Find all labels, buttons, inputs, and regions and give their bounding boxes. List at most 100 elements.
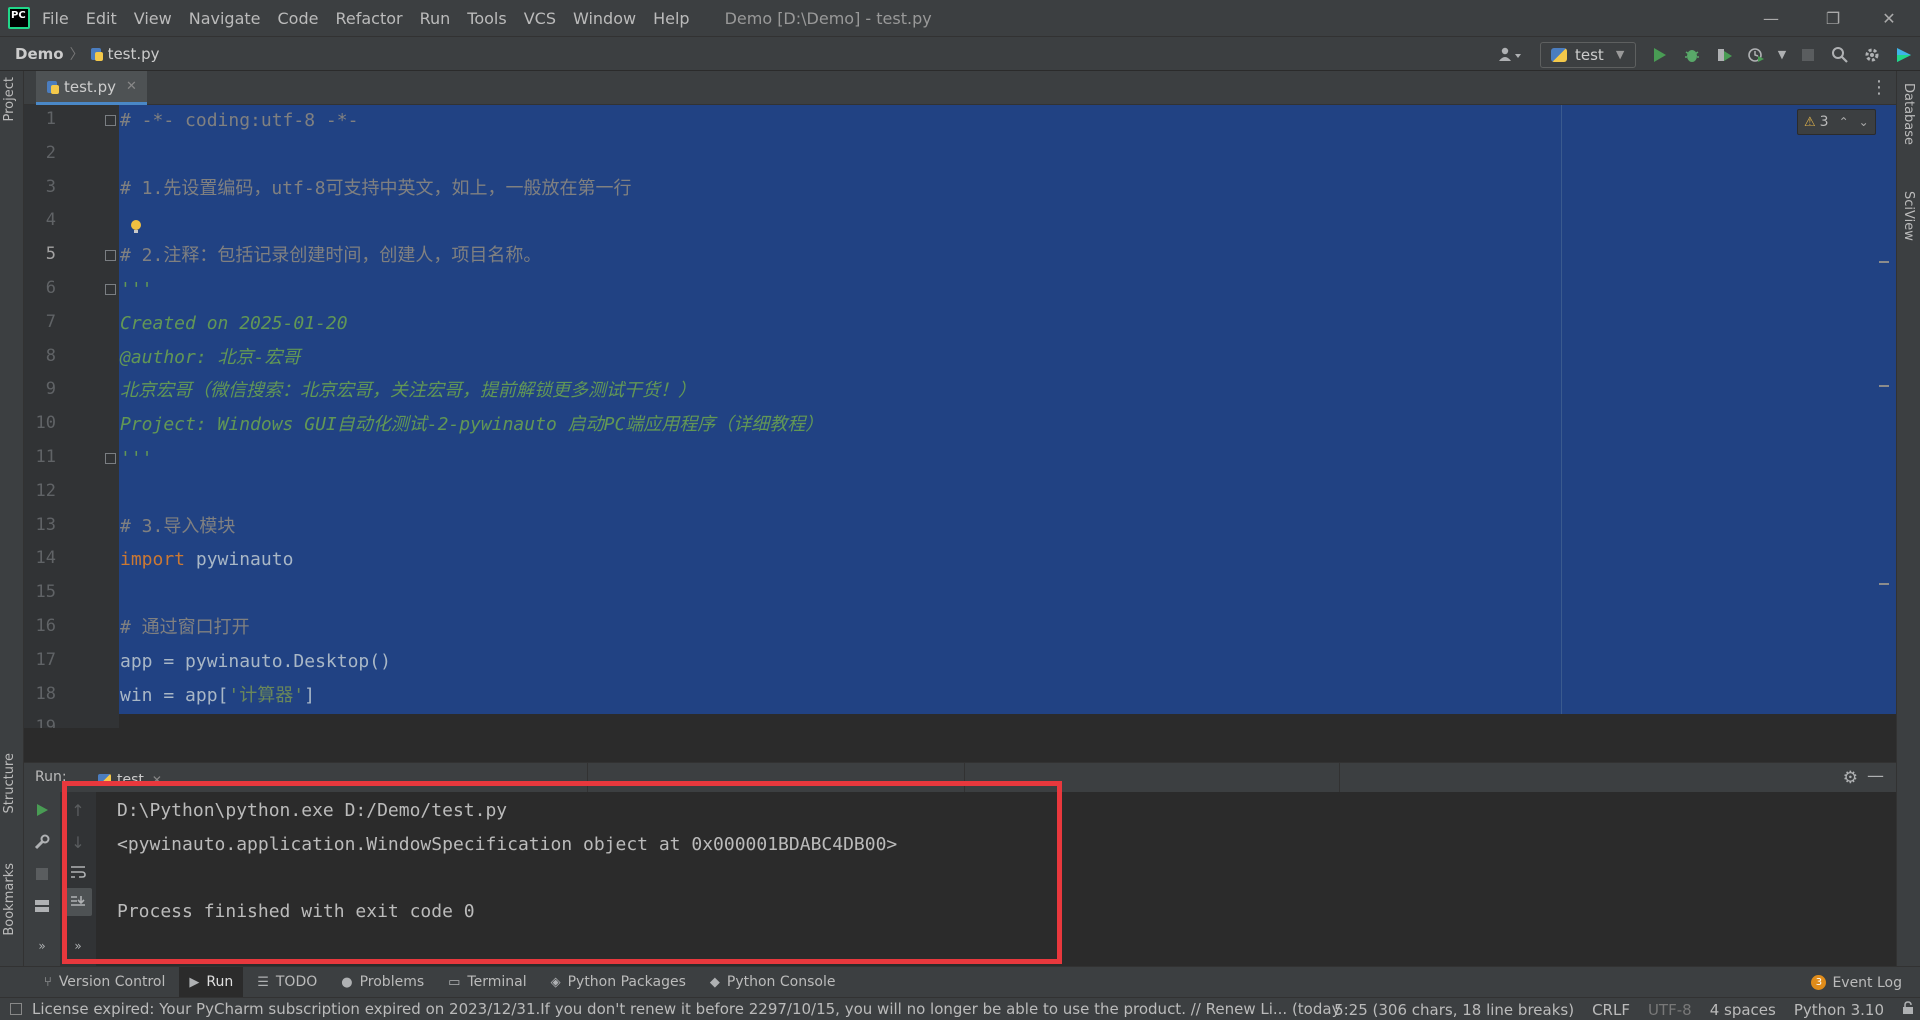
scroll-marker: [1879, 385, 1889, 387]
tool-tab-problems[interactable]: ● Problems: [331, 967, 434, 998]
lock-icon[interactable]: [1902, 1000, 1914, 1019]
editor-horizontal-scrollbar[interactable]: [119, 714, 1896, 728]
tool-tab-label: Run: [206, 974, 234, 990]
wrench-icon[interactable]: [24, 828, 60, 856]
minimize-panel-icon[interactable]: —: [1867, 766, 1884, 786]
line-number: 4: [45, 210, 56, 231]
menu-refactor[interactable]: Refactor: [335, 9, 402, 28]
fold-marker-icon[interactable]: [105, 115, 116, 126]
stop-icon[interactable]: [1792, 40, 1824, 70]
more-tabs-icon[interactable]: ⋮: [1870, 77, 1888, 98]
code-line: # 2.注释：包括记录创建时间，创建人，项目名称。: [120, 244, 541, 268]
layout-icon[interactable]: [24, 892, 60, 920]
profile-icon[interactable]: [1740, 40, 1772, 70]
lightbulb-icon[interactable]: [130, 220, 142, 234]
status-message[interactable]: License expired: Your PyCharm subscripti…: [32, 1000, 1342, 1018]
chevron-down-icon[interactable]: ⌄: [1859, 115, 1869, 129]
event-log-button[interactable]: 3 Event Log: [1811, 967, 1902, 998]
menu-navigate[interactable]: Navigate: [189, 9, 261, 28]
more-actions-icon[interactable]: »: [24, 932, 60, 960]
fold-marker-icon[interactable]: [105, 284, 116, 295]
line-separator[interactable]: CRLF: [1592, 1001, 1630, 1019]
file-encoding[interactable]: UTF-8: [1648, 1001, 1692, 1019]
menu-tools[interactable]: Tools: [467, 9, 506, 28]
more-actions-icon[interactable]: »: [60, 932, 96, 960]
indent-setting[interactable]: 4 spaces: [1710, 1001, 1776, 1019]
code-line: Created on 2025-01-20: [120, 312, 348, 336]
python-interpreter[interactable]: Python 3.10: [1794, 1001, 1884, 1019]
fold-marker-icon[interactable]: [105, 453, 116, 464]
line-number: 18: [35, 683, 56, 704]
fold-marker-icon[interactable]: [105, 250, 116, 262]
search-icon[interactable]: [1824, 40, 1856, 70]
menu-view[interactable]: View: [134, 9, 172, 28]
tab-structure[interactable]: Structure: [2, 753, 17, 813]
soft-wrap-icon[interactable]: [60, 858, 96, 886]
arrow-down-icon[interactable]: ↓: [60, 828, 96, 856]
line-number: 9: [45, 379, 56, 400]
menu-code[interactable]: Code: [278, 9, 319, 28]
tool-tab-run[interactable]: ▶ Run: [179, 966, 244, 998]
plugin-icon[interactable]: [1888, 40, 1920, 70]
more-run-options-icon[interactable]: ▼: [1772, 40, 1792, 70]
breadcrumb-project[interactable]: Demo: [15, 45, 64, 63]
code-line: win = app['计算器']: [120, 684, 315, 708]
editor-scrollbar[interactable]: [1877, 105, 1889, 728]
rerun-icon[interactable]: [24, 796, 60, 824]
restore-button[interactable]: ❐: [1810, 0, 1856, 36]
version-control-icon: ⑂: [44, 974, 52, 990]
run-configuration-selector[interactable]: test ▼: [1540, 41, 1636, 68]
gear-icon[interactable]: ⚙: [1843, 768, 1858, 788]
console-output-line: <pywinauto.application.WindowSpecificati…: [117, 834, 898, 855]
breadcrumb-file[interactable]: test.py: [108, 45, 160, 63]
scroll-to-end-icon[interactable]: [64, 888, 92, 916]
toggle-tool-windows-icon[interactable]: [10, 1003, 22, 1015]
code-line: app = pywinauto.Desktop(): [120, 650, 391, 674]
menu-edit[interactable]: Edit: [86, 9, 117, 28]
settings-icon[interactable]: [1856, 40, 1888, 70]
tab-project[interactable]: Project: [2, 77, 17, 121]
menu-file[interactable]: File: [42, 9, 69, 28]
tool-tab-python-packages[interactable]: ◈ Python Packages: [541, 967, 696, 998]
menu-vcs[interactable]: VCS: [524, 9, 556, 28]
menu-help[interactable]: Help: [653, 9, 689, 28]
divider: [587, 763, 588, 793]
debug-icon[interactable]: [1676, 40, 1708, 70]
tool-tab-todo[interactable]: ☰ TODO: [247, 967, 327, 998]
code-line: # 1.先设置编码，utf-8可支持中英文，如上，一般放在第一行: [120, 177, 632, 201]
run-icon[interactable]: [1644, 40, 1676, 70]
user-icon[interactable]: [1488, 40, 1532, 70]
caret-position[interactable]: 5:25 (306 chars, 18 line breaks): [1334, 1001, 1574, 1019]
close-window-button[interactable]: ✕: [1866, 0, 1912, 36]
run-console[interactable]: » ↑ ↓ » D:\Python\python.exe D:/Demo/tes…: [24, 792, 1896, 966]
close-icon[interactable]: ✕: [126, 79, 137, 94]
tab-database[interactable]: Database: [1901, 83, 1916, 145]
run-tab-test[interactable]: test ✕: [92, 767, 168, 793]
tool-tab-terminal[interactable]: ▭ Terminal: [438, 967, 536, 998]
menu-window[interactable]: Window: [573, 9, 636, 28]
coverage-icon[interactable]: [1708, 40, 1740, 70]
run-tab-label: test: [117, 772, 144, 788]
console-output-line: D:\Python\python.exe D:/Demo/test.py: [117, 800, 508, 821]
stop-icon[interactable]: [24, 860, 60, 888]
code-editor[interactable]: 1 2 3 4 5 6 7 8 9 10 11 12 13 14 15 16 17 18 19 # -*- codi…: [24, 105, 1896, 728]
arrow-up-icon[interactable]: ↑: [60, 796, 96, 824]
run-tab-icon: ▶: [189, 974, 200, 990]
chevron-up-icon[interactable]: ⌃: [1839, 115, 1849, 129]
scroll-marker: [1879, 583, 1889, 585]
code-line: # 3.导入模块: [120, 515, 235, 539]
tab-test-py[interactable]: test.py ✕: [36, 71, 147, 105]
close-icon[interactable]: ✕: [152, 773, 162, 787]
packages-icon: ◈: [550, 974, 561, 990]
tab-sciview[interactable]: SciView: [1901, 191, 1916, 241]
tool-tab-label: Python Console: [726, 974, 836, 990]
line-number: 13: [35, 514, 56, 535]
minimize-button[interactable]: —: [1748, 0, 1794, 36]
tab-bookmarks[interactable]: Bookmarks: [2, 863, 17, 936]
inspection-widget[interactable]: ⚠ 3 ⌃ ⌄: [1797, 109, 1876, 135]
tool-tab-python-console[interactable]: ◆ Python Console: [700, 967, 846, 998]
warning-count: 3: [1819, 114, 1829, 130]
pycharm-logo-icon: [8, 7, 30, 29]
tool-tab-version-control[interactable]: ⑂ Version Control: [34, 967, 175, 998]
menu-run[interactable]: Run: [420, 9, 451, 28]
